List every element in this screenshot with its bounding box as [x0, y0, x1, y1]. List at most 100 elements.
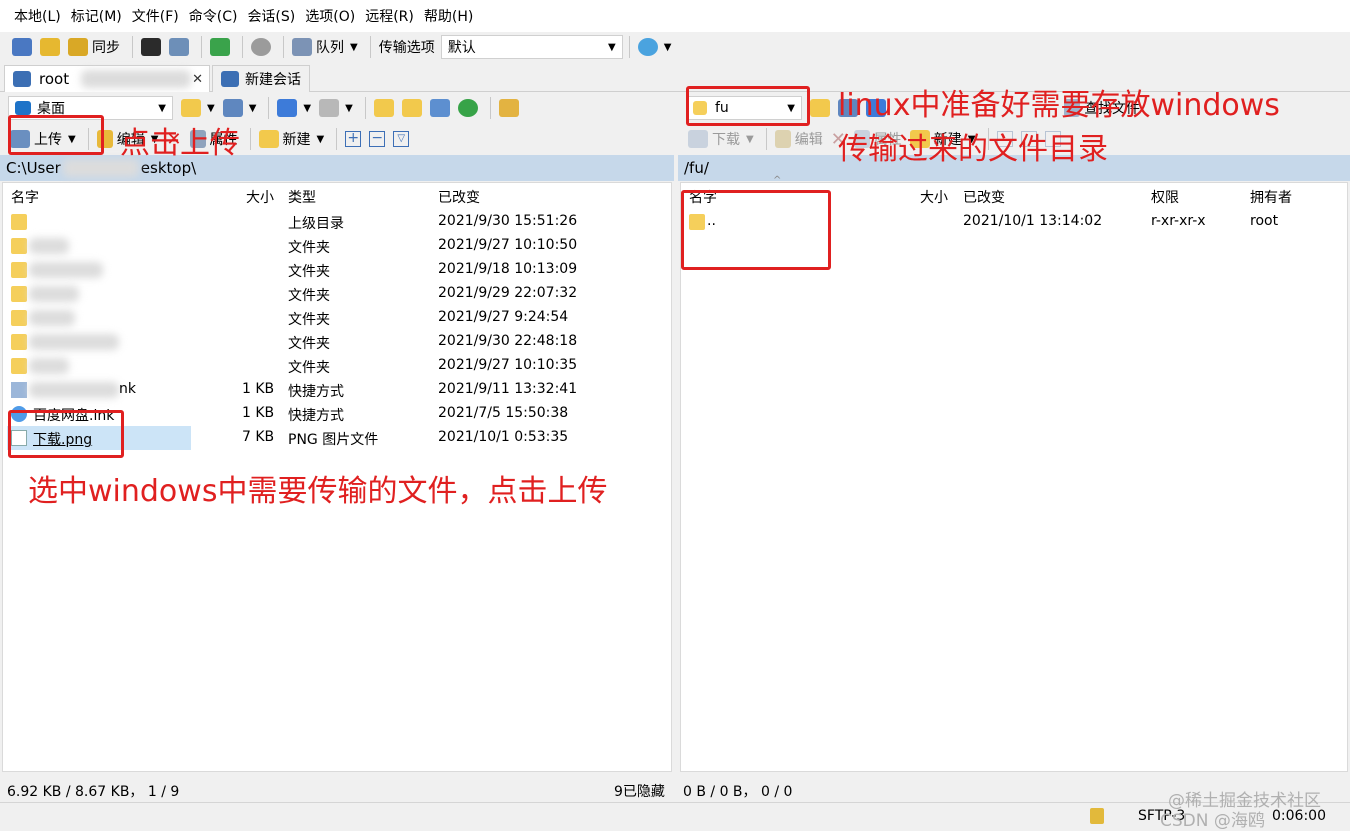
- col-header-size[interactable]: 大小: [246, 187, 274, 207]
- table-row[interactable]: 文件夹 2021/9/30 22:48:18: [3, 330, 671, 354]
- col-header-rights[interactable]: 权限: [1151, 187, 1179, 207]
- local-home-button[interactable]: [428, 96, 452, 120]
- row-changed: 2021/9/27 10:10:50: [438, 237, 578, 253]
- queue-button[interactable]: 队列 ▼: [290, 35, 360, 59]
- table-row[interactable]: 文件夹 2021/9/29 22:07:32: [3, 282, 671, 306]
- menu-help[interactable]: 帮助(H): [424, 6, 473, 26]
- local-forward-button[interactable]: ▼: [317, 96, 355, 120]
- toolbar-separator: [765, 128, 767, 150]
- menu-file[interactable]: 文件(F): [132, 6, 179, 26]
- local-parent-dir-button[interactable]: [372, 96, 396, 120]
- annotation-click-upload: 点击上传: [120, 126, 240, 161]
- table-row[interactable]: 文件夹 2021/9/27 10:10:50: [3, 234, 671, 258]
- local-filter-button[interactable]: ▼: [221, 96, 259, 120]
- toolbar-separator: [242, 36, 243, 58]
- col-header-name[interactable]: 名字: [11, 187, 39, 207]
- col-header-owner[interactable]: 拥有者: [1250, 187, 1292, 207]
- table-row[interactable]: 文件夹 2021/9/27 10:10:35: [3, 354, 671, 378]
- remote-open-dir-button[interactable]: [808, 96, 832, 120]
- row-size: 7 KB: [242, 429, 275, 445]
- menu-bar: 本地(L) 标记(M) 文件(F) 命令(C) 会话(S) 选项(O) 远程(R…: [0, 0, 1350, 32]
- folder-icon: [11, 238, 27, 254]
- folder-open-icon: [810, 99, 830, 117]
- col-header-type[interactable]: 类型: [288, 187, 316, 207]
- table-row[interactable]: 文件夹 2021/9/18 10:13:09: [3, 258, 671, 282]
- row-changed: 2021/9/30 15:51:26: [438, 213, 578, 229]
- toolbar-separator: [364, 97, 366, 119]
- shortcut-icon: [11, 382, 27, 398]
- remote-file-list[interactable]: 名字 ^ 大小 已改变 权限 拥有者 .. 2021/10/1 13:14:02…: [680, 175, 1348, 772]
- sort-ascending-icon: ^: [773, 175, 782, 186]
- terminal-button[interactable]: [139, 35, 163, 59]
- tab-new-session[interactable]: 新建会话: [212, 65, 310, 92]
- local-root-dir-button[interactable]: [400, 96, 424, 120]
- remote-edit-button[interactable]: 编辑: [773, 127, 825, 151]
- row-type: 文件夹: [288, 240, 330, 256]
- toolbar-separator: [369, 36, 371, 58]
- local-open-dir-button[interactable]: ▼: [179, 96, 217, 120]
- toolbar-separator: [628, 36, 630, 58]
- connection-bar: SFTP-3 0:06:00: [0, 802, 1350, 831]
- local-status: 6.92 KB / 8.67 KB， 1 / 9: [7, 784, 180, 800]
- compare-icon: [12, 38, 32, 56]
- local-path-bar[interactable]: C:\User esktop\: [0, 155, 674, 181]
- chevron-down-icon: ▼: [345, 102, 353, 114]
- folder-icon: [11, 262, 27, 278]
- sync-button[interactable]: 同步: [66, 35, 122, 59]
- menu-session[interactable]: 会话(S): [247, 6, 295, 26]
- local-filter-select-button[interactable]: ▽: [391, 127, 411, 151]
- redacted-name: [29, 358, 69, 374]
- putty-button[interactable]: [167, 35, 191, 59]
- transfer-options-select[interactable]: 默认 ▼: [440, 35, 623, 59]
- row-type: 文件夹: [288, 288, 330, 304]
- toolbar-separator: [268, 97, 270, 119]
- local-new-label: 新建: [282, 132, 311, 148]
- folder-icon: [11, 334, 27, 350]
- close-icon[interactable]: ✕: [192, 72, 203, 87]
- tree-icon: [498, 99, 519, 117]
- col-header-changed[interactable]: 已改变: [963, 187, 1005, 207]
- menu-local[interactable]: 本地(L): [14, 6, 61, 26]
- col-header-changed[interactable]: 已改变: [438, 187, 480, 207]
- chevron-down-icon: ▼: [316, 133, 325, 145]
- download-button[interactable]: 下载 ▼: [686, 127, 756, 151]
- transfer-options-label: 传输选项: [378, 40, 435, 56]
- redacted-name: [29, 238, 69, 254]
- compare-button[interactable]: [10, 35, 34, 59]
- row-changed: 2021/10/1 13:14:02: [963, 213, 1103, 229]
- annotation-linux-dir-line1: linux中准备好需要存放windows: [838, 88, 1280, 123]
- local-new-button[interactable]: 新建 ▼: [257, 127, 327, 151]
- keep-updated-button[interactable]: [208, 35, 232, 59]
- chevron-down-icon: ▼: [746, 133, 754, 145]
- local-deselect-button[interactable]: −: [367, 127, 387, 151]
- tab-root-session[interactable]: root ✕: [4, 65, 210, 92]
- chevron-down-icon: ▼: [350, 41, 358, 53]
- menu-command[interactable]: 命令(C): [189, 6, 238, 26]
- table-row[interactable]: 上级目录 2021/9/30 15:51:26: [3, 210, 671, 234]
- lock-icon: [1090, 808, 1104, 824]
- local-select-all-button[interactable]: +: [343, 127, 363, 151]
- row-type: 文件夹: [288, 360, 330, 376]
- menu-mark[interactable]: 标记(M): [71, 6, 122, 26]
- annotation-linux-dir-line2: 传输过来的文件目录: [838, 132, 1108, 167]
- arrow-right-icon: [319, 99, 340, 117]
- menu-options[interactable]: 选项(O): [305, 6, 355, 26]
- sync-browse-button[interactable]: [38, 35, 62, 59]
- refresh-icon: [457, 99, 478, 117]
- global-settings-button[interactable]: ▼: [636, 35, 674, 59]
- local-tree-button[interactable]: [497, 96, 521, 120]
- table-row[interactable]: nk 1 KB 快捷方式 2021/9/11 13:32:41: [3, 378, 671, 402]
- local-refresh-button[interactable]: [456, 96, 480, 120]
- new-session-icon: [221, 71, 239, 87]
- row-type: 快捷方式: [288, 408, 344, 424]
- col-header-size[interactable]: 大小: [920, 187, 948, 207]
- download-icon: [688, 130, 708, 148]
- highlight-upload-button: [8, 115, 104, 155]
- local-back-button[interactable]: ▼: [275, 96, 313, 120]
- row-changed: 2021/7/5 15:50:38: [438, 405, 569, 421]
- toolbar-separator: [336, 128, 338, 150]
- menu-remote[interactable]: 远程(R): [365, 6, 414, 26]
- tab-new-session-label: 新建会话: [245, 72, 301, 88]
- preferences-button[interactable]: [249, 35, 273, 59]
- table-row[interactable]: 文件夹 2021/9/27 9:24:54: [3, 306, 671, 330]
